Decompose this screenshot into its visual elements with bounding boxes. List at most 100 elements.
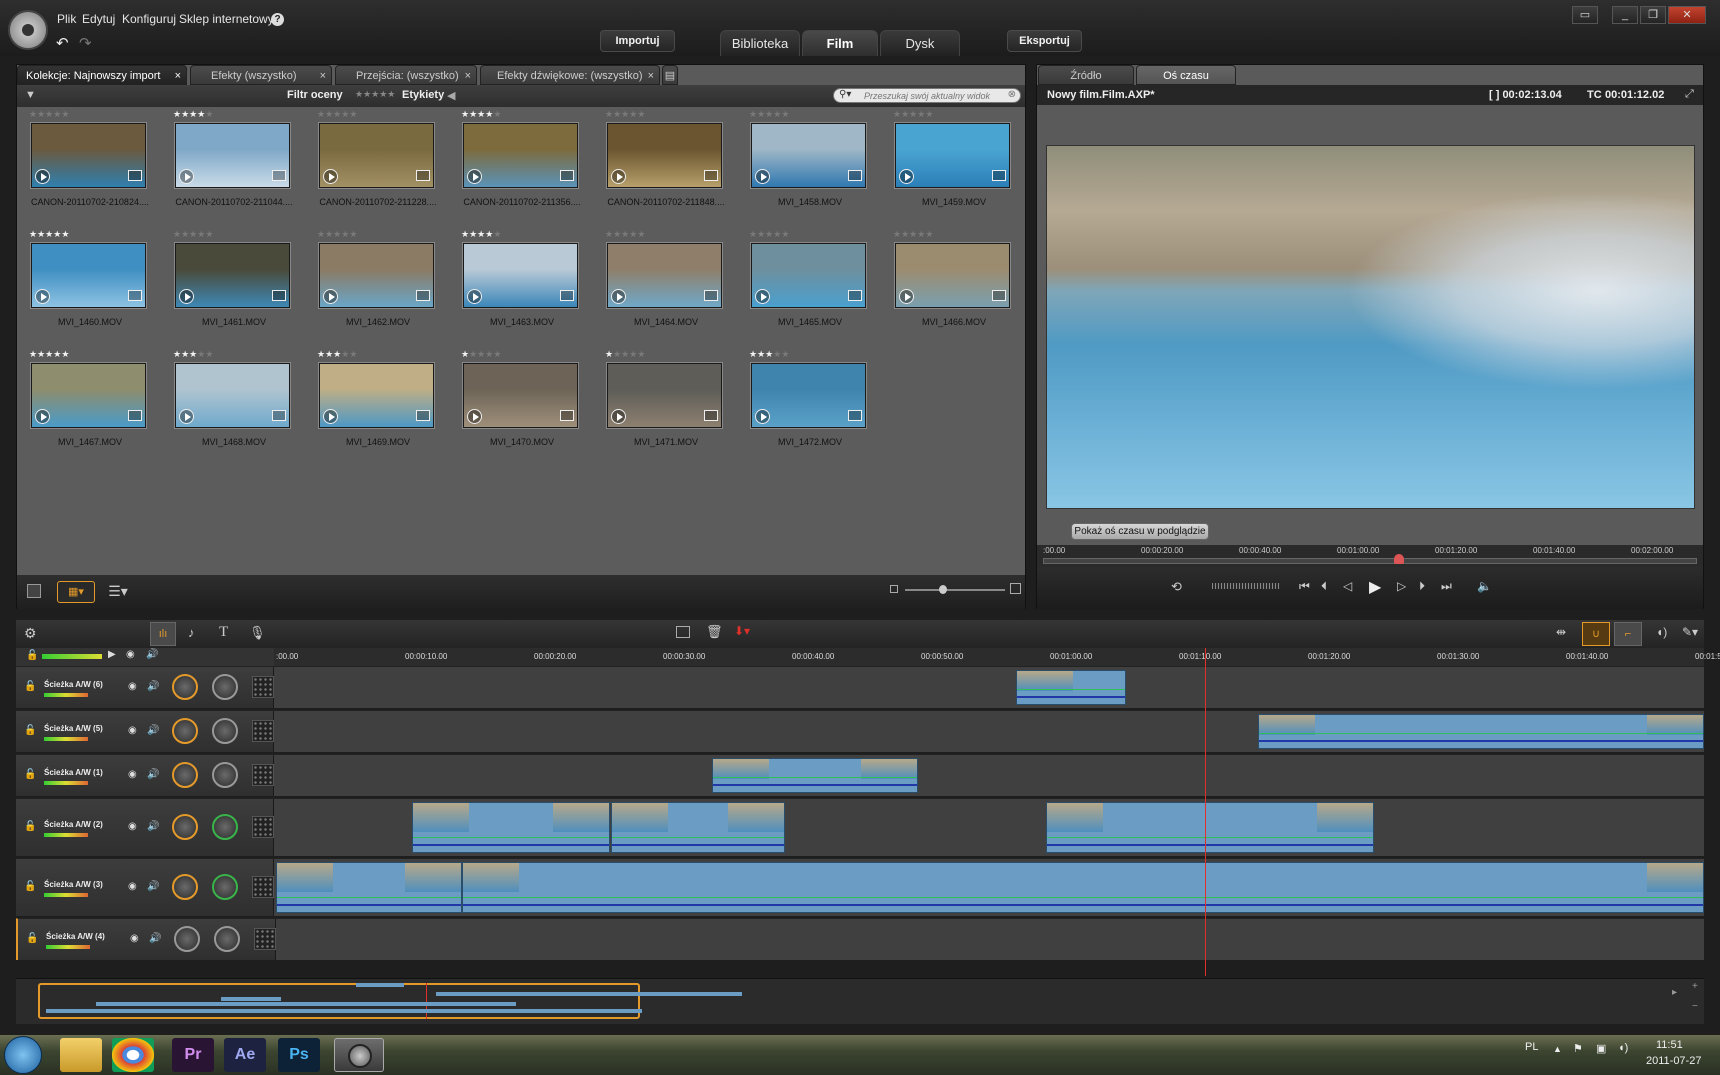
search-box[interactable]: ⚲▾ ⊗ [833,88,1021,103]
undo-icon[interactable]: ↶ [56,34,69,52]
surround-pad-icon[interactable] [252,816,274,838]
show-timeline-button[interactable]: Pokaż oś czasu w podglądzie [1071,523,1209,540]
rating-stars[interactable]: ★★★★★ [317,109,357,120]
star-icon[interactable]: ★ [205,109,213,119]
play-icon[interactable] [179,409,194,424]
folder-icon[interactable] [272,410,286,421]
media-item[interactable]: ★★★★★ MVI_1458.MOV [739,109,869,229]
folder-icon[interactable] [416,290,430,301]
timeline-clip[interactable] [462,862,1704,913]
ripple-icon[interactable]: ⌐ [1614,622,1642,646]
media-item[interactable]: ★★★★★ CANON-20110702-211356.... [451,109,581,229]
star-icon[interactable]: ★ [637,229,645,239]
clear-search-icon[interactable]: ⊗ [1008,89,1016,100]
star-icon[interactable]: ★ [925,109,933,119]
bookmark-icon[interactable]: ▼ [25,89,36,101]
star-icon[interactable]: ★ [757,349,765,359]
eye-icon[interactable]: ◉ [128,681,137,692]
surround-pad-icon[interactable] [254,928,276,950]
media-thumbnail[interactable] [463,363,578,428]
tags-toggle-icon[interactable]: ◀ [447,89,455,102]
star-icon[interactable]: ★ [325,349,333,359]
folder-icon[interactable] [560,290,574,301]
media-thumbnail[interactable] [751,243,866,308]
folder-icon[interactable] [704,170,718,181]
star-icon[interactable]: ★ [493,349,501,359]
media-item[interactable]: ★★★★★ MVI_1462.MOV [307,229,437,349]
star-icon[interactable]: ★ [901,109,909,119]
star-icon[interactable]: ★ [349,349,357,359]
folder-icon[interactable] [704,290,718,301]
surround-pad-icon[interactable] [252,676,274,698]
timeline-clip[interactable] [1046,802,1374,853]
premiere-icon[interactable]: Pr [172,1038,214,1072]
star-icon[interactable]: ★ [925,229,933,239]
razor-icon[interactable] [676,626,690,638]
media-thumbnail[interactable] [319,243,434,308]
pan-knob[interactable] [212,762,238,788]
scrub-handle[interactable] [1394,554,1404,564]
folder-icon[interactable] [992,170,1006,181]
export-button[interactable]: Eksportuj [1007,30,1082,52]
play-icon[interactable] [323,169,338,184]
tools-icon[interactable]: ✎▾ [1682,625,1698,639]
volume-knob[interactable] [172,718,198,744]
star-icon[interactable]: ★ [37,109,45,119]
star-icon[interactable]: ★ [349,109,357,119]
play-icon[interactable] [611,289,626,304]
timeline-track[interactable]: 🔓 Ścieżka A/W (6) ◉ 🔊 [16,666,1704,708]
timeline-clip[interactable] [712,758,918,793]
loop-icon[interactable]: ⟲ [1171,579,1182,595]
step-back-icon[interactable]: ◁ [1343,579,1352,593]
media-thumbnail[interactable] [607,123,722,188]
network-icon[interactable]: ▣ [1596,1042,1606,1055]
grid-view-button[interactable]: ▦▾ [57,581,95,603]
media-thumbnail[interactable] [751,363,866,428]
folder-icon[interactable] [560,410,574,421]
star-icon[interactable]: ★ [461,229,469,239]
surround-pad-icon[interactable] [252,764,274,786]
play-icon[interactable] [179,289,194,304]
audio-level-line[interactable] [1259,733,1703,734]
star-icon[interactable]: ★ [757,109,765,119]
star-icon[interactable]: ★ [749,109,757,119]
folder-icon[interactable] [704,410,718,421]
folder-icon[interactable] [848,170,862,181]
star-icon[interactable]: ★ [901,229,909,239]
close-button[interactable]: ✕ [1668,6,1706,24]
star-icon[interactable]: ★ [493,109,501,119]
speaker-icon[interactable]: 🔊 [147,725,159,736]
media-thumbnail[interactable] [751,123,866,188]
marker-icon[interactable]: ⬇▾ [734,624,750,638]
track-name[interactable]: Ścieżka A/W (6) [44,680,103,689]
star-icon[interactable]: ★ [325,109,333,119]
volume-tray-icon[interactable]: ◖) [1618,1042,1628,1054]
media-item[interactable]: ★★★★★ MVI_1463.MOV [451,229,581,349]
media-item[interactable]: ★★★★★ CANON-20110702-210824.... [19,109,149,229]
speaker-icon[interactable]: 🔊 [147,769,159,780]
maximize-button[interactable]: ❐ [1640,6,1666,24]
pan-knob[interactable] [212,718,238,744]
slider-handle[interactable] [939,585,947,594]
pan-knob[interactable] [212,674,238,700]
tab-dysk[interactable]: Dysk [880,30,960,56]
star-icon[interactable]: ★ [37,229,45,239]
star-icon[interactable]: ★ [781,229,789,239]
lock-icon[interactable]: 🔓 [24,881,36,892]
zoom-in-icon[interactable]: + [1692,981,1698,992]
tab-transitions[interactable]: Przejścia: (wszystko) × [335,65,477,85]
speaker-icon[interactable]: 🔊 [147,881,159,892]
rating-stars[interactable]: ★★★★★ [893,109,933,120]
volume-knob[interactable] [172,814,198,840]
rating-stars[interactable]: ★★★★★ [461,349,501,360]
rating-stars[interactable]: ★★★★★ [461,229,501,240]
media-item[interactable]: ★★★★★ CANON-20110702-211228.... [307,109,437,229]
lock-icon[interactable]: 🔓 [26,650,38,661]
folder-icon[interactable] [128,410,142,421]
star-icon[interactable]: ★ [493,229,501,239]
tab-film[interactable]: Film [802,30,878,56]
media-item[interactable]: ★★★★★ MVI_1464.MOV [595,229,725,349]
media-thumbnail[interactable] [463,243,578,308]
rating-stars[interactable]: ★★★★★ [173,349,213,360]
close-icon[interactable]: × [648,66,654,86]
